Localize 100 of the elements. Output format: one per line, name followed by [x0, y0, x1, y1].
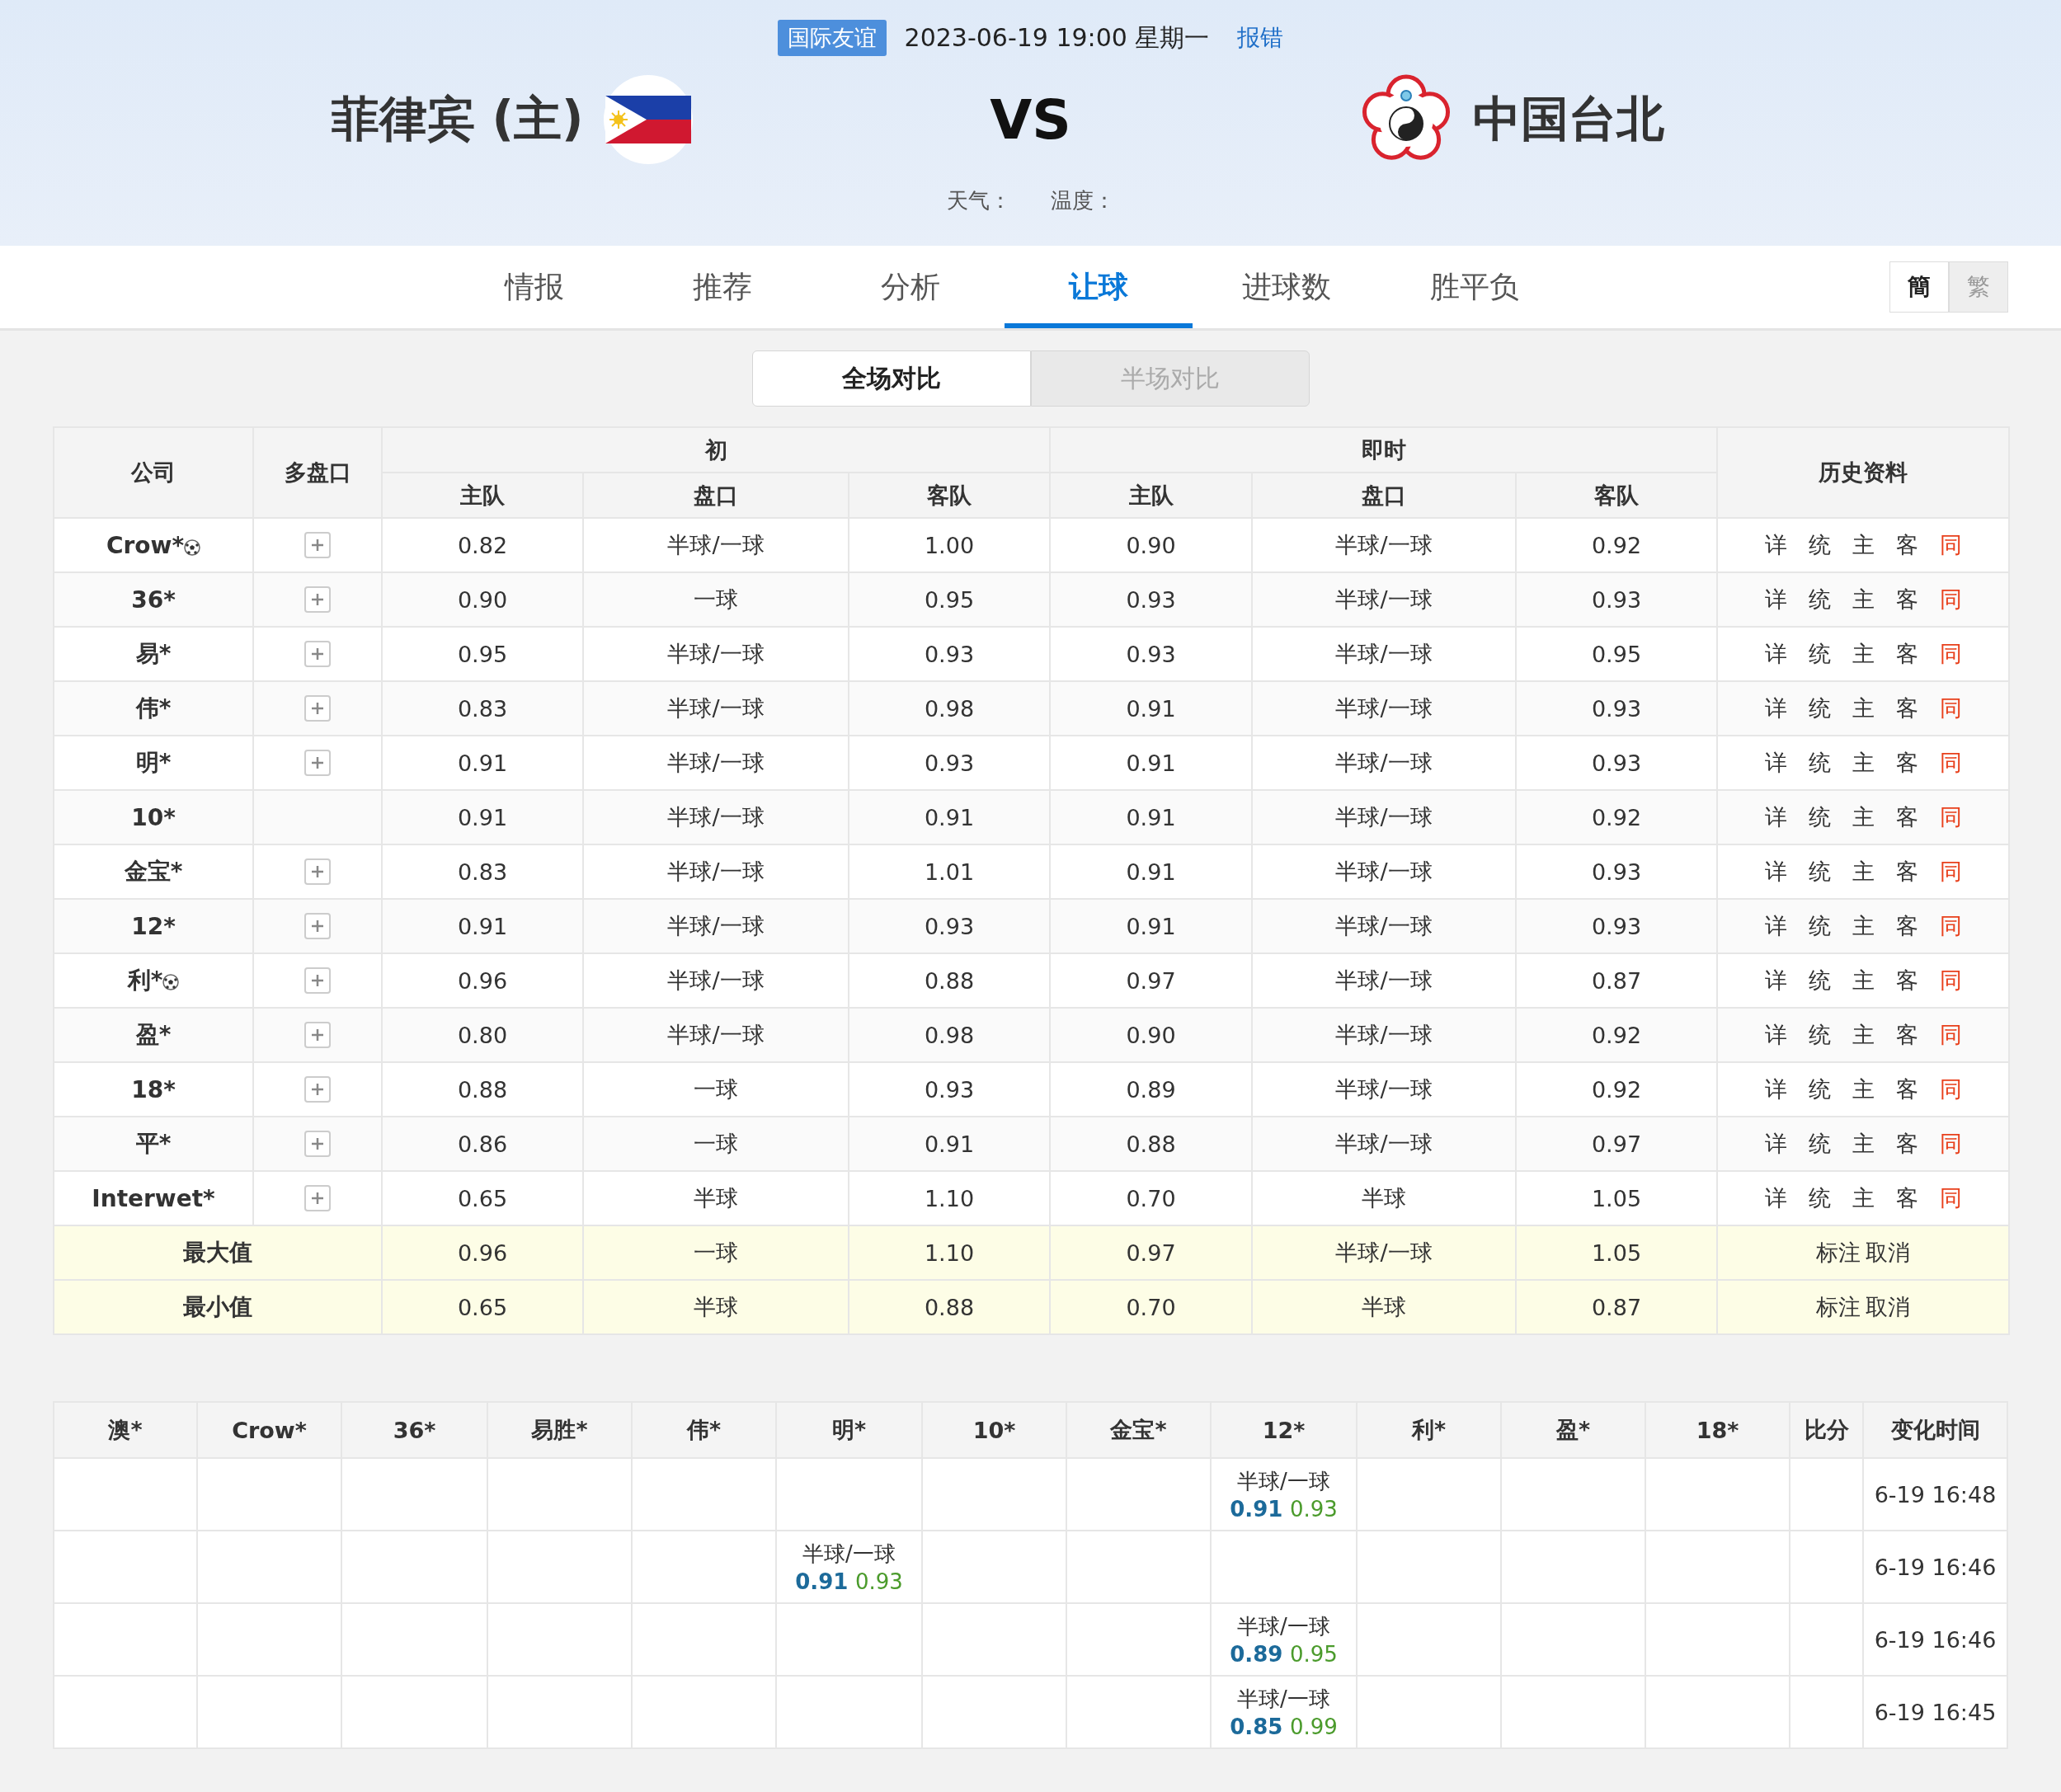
history-link[interactable]: 主 — [1852, 748, 1875, 778]
nav-tab[interactable]: 情报 — [440, 246, 628, 328]
history-link[interactable]: 统 — [1808, 1129, 1831, 1159]
history-link[interactable]: 同 — [1939, 857, 1962, 887]
summary-action-link[interactable]: 取消 — [1866, 1294, 1910, 1319]
history-link[interactable]: 主 — [1852, 1075, 1875, 1104]
history-link[interactable]: 详 — [1764, 639, 1787, 669]
history-link[interactable]: 同 — [1939, 639, 1962, 669]
history-link[interactable]: 详 — [1764, 911, 1787, 941]
history-link[interactable]: 客 — [1895, 802, 1918, 832]
history-link[interactable]: 同 — [1939, 748, 1962, 778]
history-link[interactable]: 客 — [1895, 911, 1918, 941]
history-link[interactable]: 同 — [1939, 1075, 1962, 1104]
history-link[interactable]: 详 — [1764, 585, 1787, 614]
history-link[interactable]: 同 — [1939, 1020, 1962, 1050]
history-link[interactable]: 同 — [1939, 530, 1962, 560]
column-header: 利* — [1357, 1402, 1501, 1458]
history-link[interactable]: 统 — [1808, 639, 1831, 669]
expand-button[interactable] — [304, 858, 331, 885]
history-link[interactable]: 主 — [1852, 530, 1875, 560]
expand-button[interactable] — [304, 1076, 331, 1103]
nav-tab[interactable]: 让球 — [1004, 246, 1193, 328]
handicap-cell: 一球 — [583, 572, 849, 627]
expand-button[interactable] — [304, 967, 331, 994]
expand-button[interactable] — [304, 586, 331, 613]
history-link[interactable]: 详 — [1764, 1183, 1787, 1213]
history-link[interactable]: 主 — [1852, 802, 1875, 832]
history-link[interactable]: 客 — [1895, 966, 1918, 995]
script-switch-button[interactable]: 簡 — [1889, 261, 1949, 313]
odds-cell: 0.88 — [849, 1280, 1050, 1334]
history-link[interactable]: 客 — [1895, 1075, 1918, 1104]
history-link[interactable]: 客 — [1895, 1020, 1918, 1050]
expand-button[interactable] — [304, 750, 331, 776]
home-odds: 0.85 — [1230, 1714, 1283, 1739]
summary-action-link[interactable]: 标注 — [1816, 1239, 1861, 1265]
compare-toggle-button[interactable]: 全场对比 — [751, 350, 1031, 407]
history-link[interactable]: 主 — [1852, 639, 1875, 669]
history-link[interactable]: 统 — [1808, 748, 1831, 778]
history-link[interactable]: 同 — [1939, 802, 1962, 832]
history-link[interactable]: 统 — [1808, 1020, 1831, 1050]
expand-button[interactable] — [304, 1022, 331, 1048]
history-link[interactable]: 统 — [1808, 585, 1831, 614]
nav-tab[interactable]: 分析 — [816, 246, 1005, 328]
history-link[interactable]: 统 — [1808, 966, 1831, 995]
history-link[interactable]: 详 — [1764, 530, 1787, 560]
history-link[interactable]: 客 — [1895, 585, 1918, 614]
summary-action-link[interactable]: 取消 — [1866, 1239, 1910, 1265]
history-link[interactable]: 详 — [1764, 1020, 1787, 1050]
history-link[interactable]: 统 — [1808, 911, 1831, 941]
history-link[interactable]: 客 — [1895, 748, 1918, 778]
history-link[interactable]: 主 — [1852, 966, 1875, 995]
history-link[interactable]: 统 — [1808, 802, 1831, 832]
history-link[interactable]: 详 — [1764, 857, 1787, 887]
history-link[interactable]: 主 — [1852, 1129, 1875, 1159]
expand-button[interactable] — [304, 913, 331, 939]
time-cell: 6-19 16:48 — [1863, 1458, 2007, 1531]
nav-tab[interactable]: 推荐 — [628, 246, 816, 328]
history-link[interactable]: 详 — [1764, 1129, 1787, 1159]
history-link[interactable]: 统 — [1808, 1075, 1831, 1104]
history-link[interactable]: 同 — [1939, 966, 1962, 995]
history-link[interactable]: 同 — [1939, 585, 1962, 614]
nav-tab[interactable]: 胜平负 — [1380, 246, 1569, 328]
history-link[interactable]: 客 — [1895, 530, 1918, 560]
history-link[interactable]: 统 — [1808, 1183, 1831, 1213]
summary-action-link[interactable]: 标注 — [1816, 1294, 1861, 1319]
expand-button[interactable] — [304, 641, 331, 667]
history-link[interactable]: 同 — [1939, 1129, 1962, 1159]
history-link[interactable]: 同 — [1939, 1183, 1962, 1213]
expand-button[interactable] — [304, 695, 331, 722]
history-link[interactable]: 统 — [1808, 857, 1831, 887]
history-link[interactable]: 同 — [1939, 911, 1962, 941]
history-link[interactable]: 客 — [1895, 639, 1918, 669]
expand-button[interactable] — [304, 532, 331, 558]
expand-button[interactable] — [304, 1131, 331, 1157]
history-link[interactable]: 主 — [1852, 1183, 1875, 1213]
nav-tab[interactable]: 进球数 — [1192, 246, 1381, 328]
odds-cell: 0.65 — [382, 1280, 583, 1334]
report-error-link[interactable]: 报错 — [1237, 22, 1284, 54]
handicap-cell: 半球 — [1252, 1280, 1516, 1334]
history-link[interactable]: 统 — [1808, 530, 1831, 560]
history-link[interactable]: 详 — [1764, 802, 1787, 832]
column-header: 主队 — [382, 473, 583, 518]
history-link[interactable]: 统 — [1808, 694, 1831, 723]
history-link[interactable]: 客 — [1895, 1183, 1918, 1213]
history-link[interactable]: 详 — [1764, 748, 1787, 778]
history-link[interactable]: 主 — [1852, 911, 1875, 941]
history-link[interactable]: 主 — [1852, 694, 1875, 723]
history-link[interactable]: 详 — [1764, 694, 1787, 723]
history-link[interactable]: 主 — [1852, 585, 1875, 614]
expand-button[interactable] — [304, 1185, 331, 1211]
history-link[interactable]: 主 — [1852, 1020, 1875, 1050]
column-header: 多盘口 — [253, 427, 382, 518]
history-link[interactable]: 客 — [1895, 857, 1918, 887]
history-link[interactable]: 详 — [1764, 1075, 1787, 1104]
history-link[interactable]: 同 — [1939, 694, 1962, 723]
handicap-cell: 半球 — [583, 1280, 849, 1334]
history-link[interactable]: 客 — [1895, 1129, 1918, 1159]
history-link[interactable]: 详 — [1764, 966, 1787, 995]
history-link[interactable]: 主 — [1852, 857, 1875, 887]
history-link[interactable]: 客 — [1895, 694, 1918, 723]
